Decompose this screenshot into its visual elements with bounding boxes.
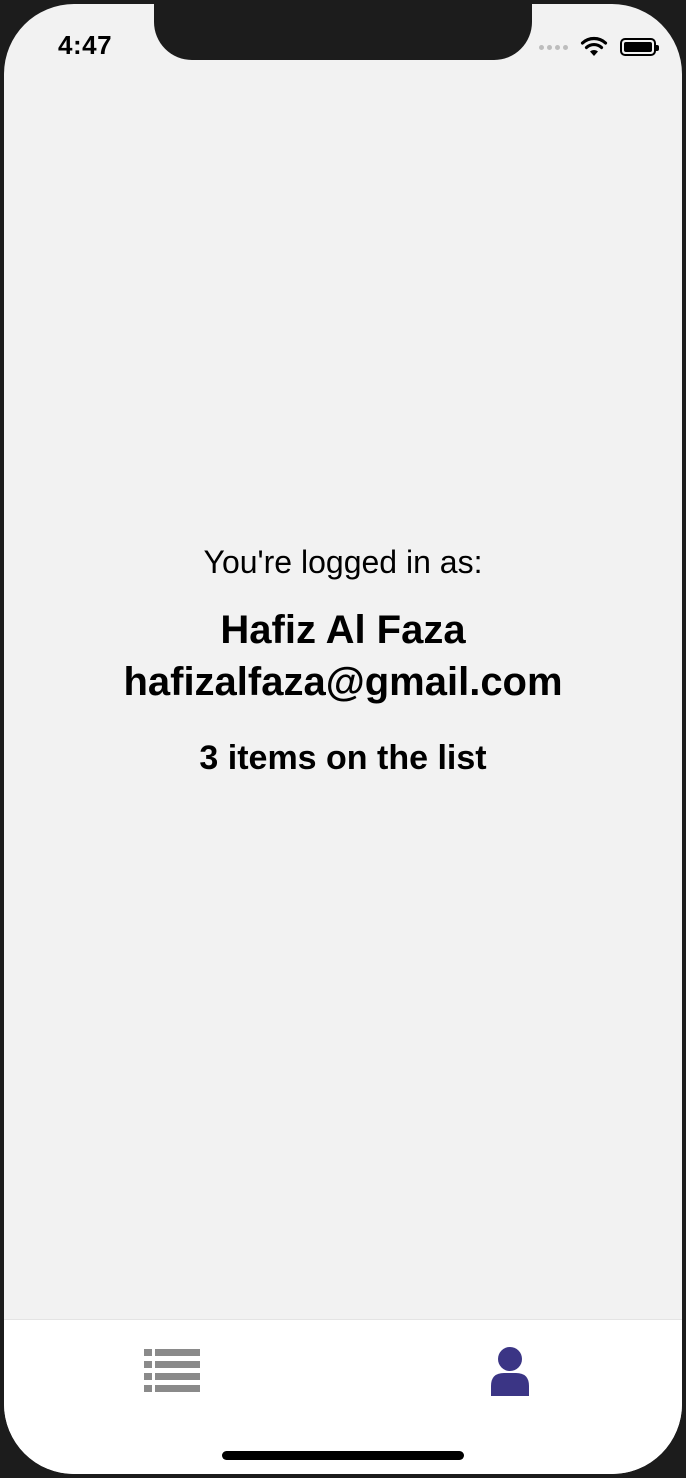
tab-list[interactable] <box>122 1336 222 1406</box>
profile-section: You're logged in as: Hafiz Al Faza hafiz… <box>4 534 682 784</box>
tab-profile[interactable] <box>460 1336 560 1406</box>
battery-icon <box>620 38 659 56</box>
user-name: Hafiz Al Faza <box>220 608 466 652</box>
list-icon <box>144 1349 200 1392</box>
status-indicators <box>539 36 659 58</box>
user-icon <box>491 1347 529 1396</box>
user-email: hafizalfaza@gmail.com <box>123 660 563 704</box>
home-indicator[interactable] <box>222 1451 464 1460</box>
tab-bar <box>4 1319 682 1474</box>
wifi-icon <box>580 36 608 56</box>
cellular-signal-icon <box>539 44 568 50</box>
app-screen: 4:47 You're logged in as: Hafiz Al Faza … <box>4 4 682 1474</box>
device-notch <box>154 4 532 60</box>
status-time: 4:47 <box>58 30 113 60</box>
logged-in-label: You're logged in as: <box>203 544 483 580</box>
device-frame: 4:47 You're logged in as: Hafiz Al Faza … <box>0 0 686 1478</box>
items-count: 3 items on the list <box>199 739 487 777</box>
